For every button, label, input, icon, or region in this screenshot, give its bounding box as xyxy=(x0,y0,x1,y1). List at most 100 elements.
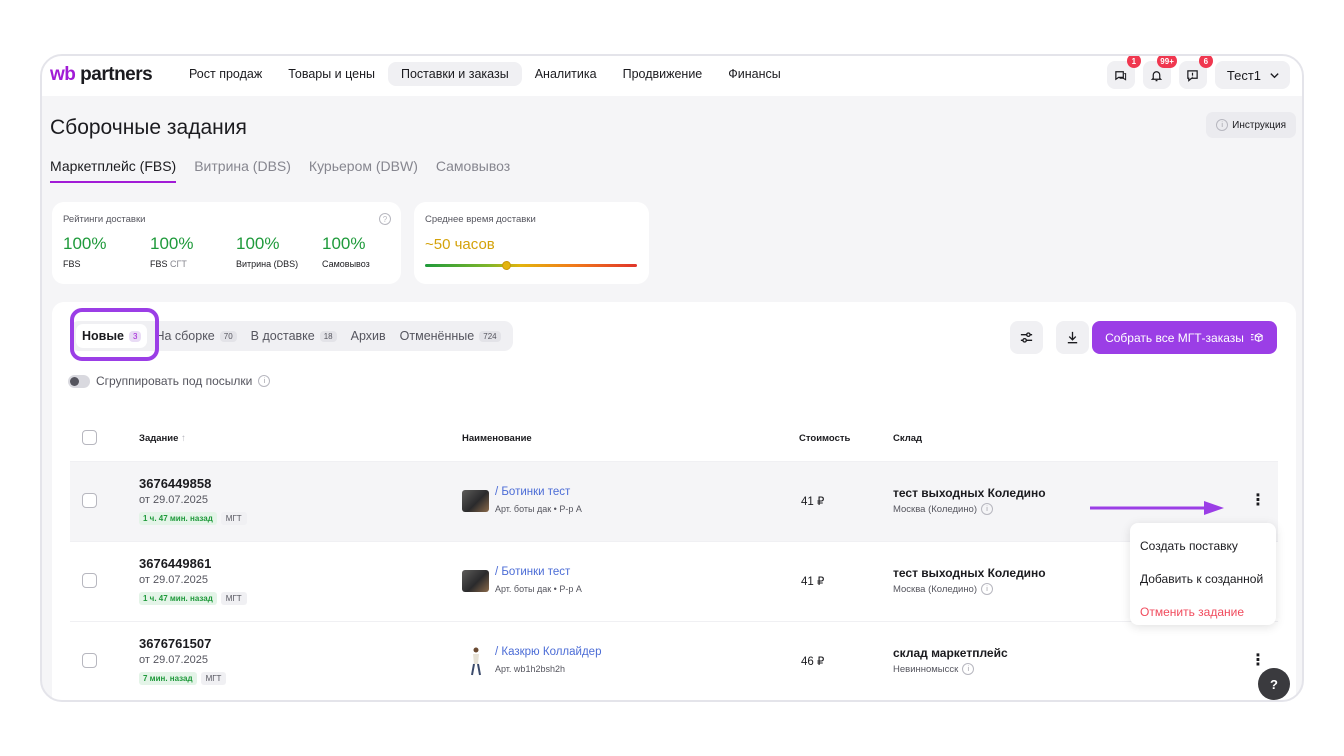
order-id: 3676449861 xyxy=(139,556,212,571)
rating-fbs: 100% FBS xyxy=(63,234,106,269)
tab-fbs[interactable]: Маркетплейс (FBS) xyxy=(50,158,177,183)
tab-dbs[interactable]: Витрина (DBS) xyxy=(194,158,291,183)
warehouse-city: Москва (Коледино) i xyxy=(893,503,994,515)
rating-label: FBS СГТ xyxy=(150,259,187,269)
info-icon[interactable]: i xyxy=(962,663,975,675)
help-button[interactable]: ? xyxy=(1258,668,1290,700)
header-warehouse: Склад xyxy=(893,433,923,444)
help-icon[interactable]: ? xyxy=(379,213,391,225)
product-name-link[interactable]: / Ботинки тест xyxy=(495,566,570,578)
tab-cancelled[interactable]: Отменённые 724 xyxy=(394,324,507,348)
order-tags: 1 ч. 47 мин. назад МГТ xyxy=(139,512,247,525)
fulfillment-tabs: Маркетплейс (FBS) Витрина (DBS) Курьером… xyxy=(50,158,510,183)
tab-label: Архив xyxy=(350,329,386,343)
collect-all-mgt-button[interactable]: Собрать все МГТ-заказы xyxy=(1092,321,1277,354)
header-price: Стоимость xyxy=(799,433,851,444)
order-tags: 7 мин. назад МГТ xyxy=(139,672,227,685)
delivery-time-scale xyxy=(425,261,637,270)
rating-label: Самовывоз xyxy=(322,259,370,269)
nav-item-finance[interactable]: Финансы xyxy=(715,62,793,86)
order-price: 41 ₽ xyxy=(801,496,825,508)
support-button[interactable]: 6 xyxy=(1178,56,1213,89)
menu-item-add-to-existing[interactable]: Добавить к созданной xyxy=(1130,562,1276,595)
instruction-button[interactable]: i Инструкция xyxy=(1206,112,1296,138)
group-toggle[interactable] xyxy=(68,374,90,388)
select-all-checkbox[interactable] xyxy=(82,430,97,445)
main-nav: Рост продаж Товары и цены Поставки и зак… xyxy=(176,62,794,86)
logo-prefix: wb xyxy=(50,64,76,85)
tab-label: В доставке xyxy=(250,329,315,343)
product-article: Арт. боты дак • Р-р А xyxy=(495,584,582,594)
group-toggle-row: Сгруппировать под посылки i xyxy=(68,374,271,388)
box-icon xyxy=(1250,332,1263,342)
ratings-label: Рейтинги доставки xyxy=(63,214,146,225)
nav-item-supplies[interactable]: Поставки и заказы xyxy=(388,62,522,86)
delivery-time-label: Среднее время доставки xyxy=(425,214,536,225)
order-price: 46 ₽ xyxy=(801,656,825,668)
support-icon xyxy=(1187,69,1199,82)
nav-item-products[interactable]: Товары и цены xyxy=(275,62,388,86)
order-tags: 1 ч. 47 мин. назад МГТ xyxy=(139,592,247,605)
download-icon xyxy=(1067,331,1078,344)
row-checkbox[interactable] xyxy=(82,573,97,588)
filter-button[interactable] xyxy=(1010,321,1043,354)
delivery-time-marker xyxy=(501,261,511,270)
tab-label: На сборке xyxy=(155,329,215,343)
row-actions-button[interactable]: ⋮ xyxy=(1250,492,1266,510)
warehouse-city: Москва (Коледино) i xyxy=(893,583,994,595)
product-name-link[interactable]: / Казкрю Коллайдер xyxy=(495,646,601,658)
row-actions-button[interactable]: ⋮ xyxy=(1250,652,1266,670)
info-icon[interactable]: i xyxy=(981,583,994,595)
menu-item-cancel-task[interactable]: Отменить задание xyxy=(1130,595,1276,628)
header-task[interactable]: Задание ↑ xyxy=(139,433,186,444)
tab-pickup[interactable]: Самовывоз xyxy=(436,158,510,183)
tab-count: 3 xyxy=(128,330,142,342)
nav-item-analytics[interactable]: Аналитика xyxy=(522,62,610,86)
collect-all-label: Собрать все МГТ-заказы xyxy=(1105,330,1244,345)
warehouse-city: Невинномысск i xyxy=(893,663,975,675)
tab-label: Отменённые xyxy=(399,329,475,343)
row-context-menu: Создать поставку Добавить к созданной От… xyxy=(1130,523,1276,625)
tab-archive[interactable]: Архив xyxy=(345,324,392,348)
table-row[interactable]: 3676449861 от 29.07.2025 1 ч. 47 мин. на… xyxy=(70,542,1278,622)
order-age-tag: 1 ч. 47 мин. назад xyxy=(139,512,217,525)
menu-item-create-supply[interactable]: Создать поставку xyxy=(1130,529,1276,562)
order-id: 3676761507 xyxy=(139,636,212,651)
info-icon[interactable]: i xyxy=(258,375,271,387)
product-name-link[interactable]: / Ботинки тест xyxy=(495,486,570,498)
annotation-arrow xyxy=(1090,501,1224,515)
info-icon[interactable]: i xyxy=(981,503,994,515)
notifications-button[interactable]: 99+ xyxy=(1142,56,1177,89)
notifications-badge: 99+ xyxy=(1157,56,1177,68)
user-menu-button[interactable]: Тест1 xyxy=(1214,61,1290,89)
tab-count: 18 xyxy=(319,330,337,342)
tab-delivery[interactable]: В доставке 18 xyxy=(245,324,343,348)
app-window: wb partners Рост продаж Товары и цены По… xyxy=(40,54,1304,702)
order-date: от 29.07.2025 xyxy=(139,574,209,586)
product-article: Арт. wb1h2bsh2h xyxy=(495,664,565,674)
logo-suffix: partners xyxy=(75,64,153,85)
row-checkbox[interactable] xyxy=(82,493,97,508)
tab-assembly[interactable]: На сборке 70 xyxy=(149,324,242,348)
sort-arrow-icon: ↑ xyxy=(181,433,186,444)
chat-button[interactable]: 1 xyxy=(1106,56,1141,89)
order-age-tag: 1 ч. 47 мин. назад xyxy=(139,592,217,605)
rating-value: 100% xyxy=(150,234,194,253)
top-right-controls: 1 99+ 6 Тест1 xyxy=(1106,56,1290,89)
download-button[interactable] xyxy=(1056,321,1089,354)
delivery-ratings-card: Рейтинги доставки ? 100% FBS 100% FBS СГ… xyxy=(52,202,401,284)
warehouse-name: склад маркетплейс xyxy=(893,646,1008,660)
table-row[interactable]: 3676761507 от 29.07.2025 7 мин. назад МГ… xyxy=(70,622,1278,700)
logo[interactable]: wb partners xyxy=(50,64,153,86)
tab-dbw[interactable]: Курьером (DBW) xyxy=(309,158,418,183)
info-icon: i xyxy=(1216,119,1229,131)
nav-item-promotion[interactable]: Продвижение xyxy=(610,62,716,86)
tab-label: Новые xyxy=(82,329,124,343)
page-title: Сборочные задания xyxy=(50,116,247,139)
row-checkbox[interactable] xyxy=(82,653,97,668)
tab-new[interactable]: Новые 3 xyxy=(76,324,148,348)
support-badge: 6 xyxy=(1198,56,1213,68)
tab-count: 724 xyxy=(479,330,501,342)
tab-count: 70 xyxy=(219,330,237,342)
nav-item-growth[interactable]: Рост продаж xyxy=(176,62,275,86)
